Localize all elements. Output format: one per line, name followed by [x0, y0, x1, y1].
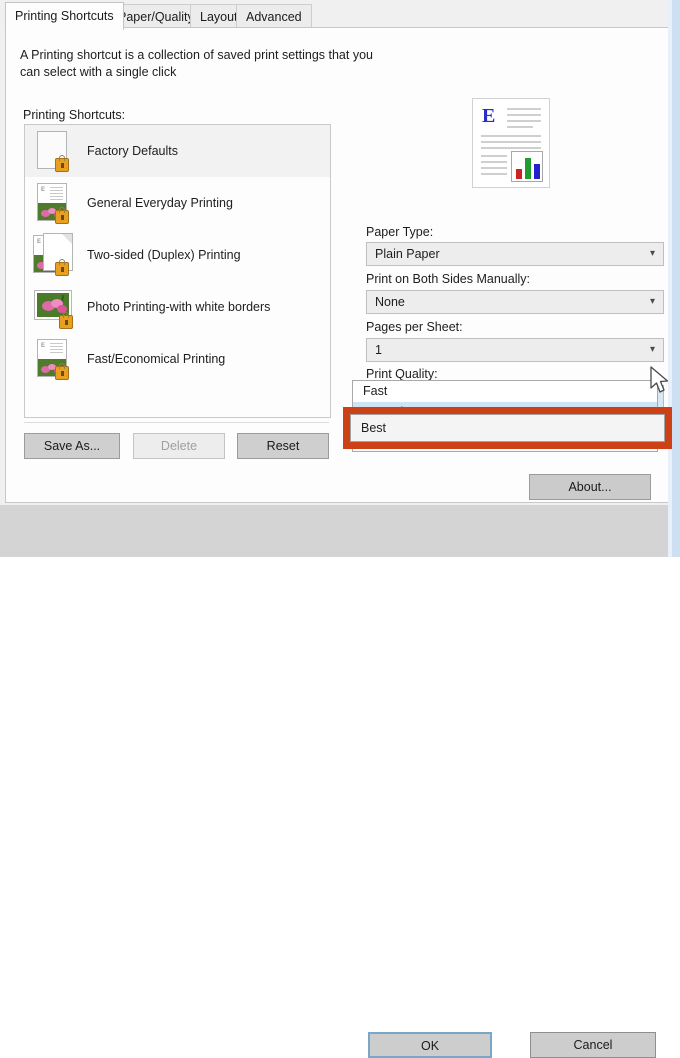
chevron-down-icon: ▾	[649, 296, 655, 307]
save-as-button[interactable]: Save As...	[24, 433, 120, 459]
preview-bar-chart	[511, 151, 543, 182]
pages-per-sheet-label: Pages per Sheet:	[366, 320, 463, 334]
photo-icon	[33, 285, 79, 329]
list-item-label: Fast/Economical Printing	[87, 352, 226, 366]
both-sides-value: None	[375, 295, 405, 309]
print-quality-label: Print Quality:	[366, 367, 438, 381]
chevron-down-icon: ▾	[649, 248, 655, 259]
lock-icon	[55, 155, 69, 172]
paper-type-select[interactable]: Plain Paper ▾	[366, 242, 664, 266]
list-item-label: Factory Defaults	[87, 144, 179, 158]
both-sides-select[interactable]: None ▾	[366, 290, 664, 314]
list-item-factory-defaults[interactable]: Factory Defaults	[25, 125, 330, 177]
pages-per-sheet-value: 1	[375, 343, 382, 357]
blank-document-icon	[33, 129, 79, 173]
dialog-footer: OK Cancel	[0, 505, 674, 1058]
list-item-label: Photo Printing-with white borders	[87, 300, 271, 314]
delete-button: Delete	[133, 433, 225, 459]
lock-icon	[59, 312, 73, 329]
document-photo-icon: E	[33, 181, 79, 225]
cancel-button[interactable]: Cancel	[530, 1032, 656, 1058]
printing-shortcuts-label: Printing Shortcuts:	[23, 108, 126, 122]
tab-printing-shortcuts[interactable]: Printing Shortcuts	[5, 2, 124, 30]
pages-per-sheet-select[interactable]: 1 ▾	[366, 338, 664, 362]
lock-icon	[55, 363, 69, 380]
paper-type-label: Paper Type:	[366, 225, 434, 239]
preview-letter: E	[482, 105, 496, 127]
document-preview-icon: E	[472, 98, 550, 188]
divider	[24, 422, 329, 423]
lock-icon	[55, 207, 69, 224]
list-item-general-everyday-printing[interactable]: E General Everyday Printing	[25, 177, 330, 229]
about-button[interactable]: About...	[529, 474, 651, 500]
lock-icon	[55, 259, 69, 276]
duplex-document-icon: E	[33, 233, 79, 277]
printing-preferences-dialog: Printing Shortcuts Paper/Quality Layout …	[0, 0, 680, 1058]
list-item-label: General Everyday Printing	[87, 196, 233, 210]
list-item-fast-economical-printing[interactable]: E Fast/Economical Printing	[25, 333, 330, 385]
description-text: A Printing shortcut is a collection of s…	[20, 48, 373, 79]
list-item-photo-printing-white-borders[interactable]: Photo Printing-with white borders	[25, 281, 330, 333]
list-item-two-sided-duplex-printing[interactable]: E Two-sided (Duplex) Printing	[25, 229, 330, 281]
tab-strip: Printing Shortcuts Paper/Quality Layout …	[5, 2, 673, 30]
document-photo-icon: E	[33, 337, 79, 381]
ok-button[interactable]: OK	[368, 1032, 492, 1058]
window-edge	[672, 0, 680, 557]
printing-shortcuts-list[interactable]: Factory Defaults E General Everyday Prin…	[24, 124, 331, 418]
annotation-highlight-box	[343, 407, 672, 449]
both-sides-label: Print on Both Sides Manually:	[366, 272, 530, 286]
dropdown-option-fast[interactable]: Fast	[353, 381, 657, 402]
list-item-label: Two-sided (Duplex) Printing	[87, 248, 241, 262]
reset-button[interactable]: Reset	[237, 433, 329, 459]
tab-advanced[interactable]: Advanced	[236, 4, 312, 28]
paper-type-value: Plain Paper	[375, 247, 440, 261]
chevron-down-icon: ▾	[649, 344, 655, 355]
